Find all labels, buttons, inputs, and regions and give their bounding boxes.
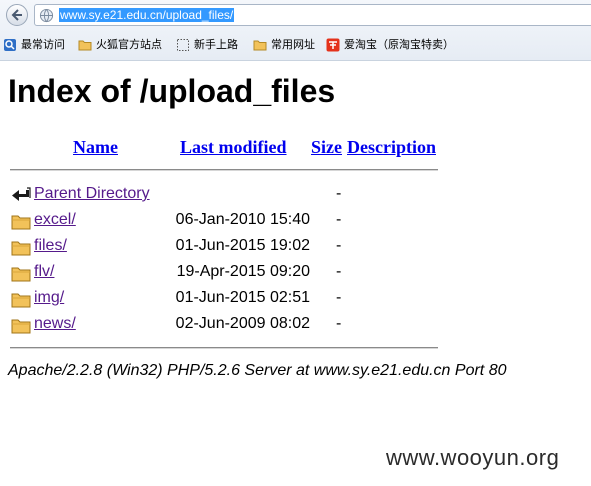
size-cell: - <box>336 185 342 202</box>
browser-toolbar: www.sy.e21.edu.cn/upload_files/ 最常访问 火狐官… <box>0 0 591 61</box>
bookmark-label: 常用网址 <box>271 38 315 51</box>
divider-bottom <box>10 347 438 349</box>
folder-icon <box>78 40 92 51</box>
address-bar[interactable]: www.sy.e21.edu.cn/upload_files/ <box>34 4 591 26</box>
modified-cell: 01-Jun-2015 19:02 <box>175 237 310 254</box>
size-cell: - <box>336 263 342 280</box>
size-cell: - <box>336 211 342 228</box>
bookmark-label: 新手上路 <box>194 38 238 51</box>
folder-icon <box>11 267 31 282</box>
folder-icon <box>11 241 31 256</box>
bookmark-label: 火狐官方站点 <box>96 38 162 51</box>
size-cell: - <box>336 289 342 306</box>
column-description-link[interactable]: Description <box>347 137 436 158</box>
bookmark-label: 爱淘宝（原淘宝特卖） <box>344 38 454 51</box>
folder-link[interactable]: flv/ <box>34 263 54 281</box>
folder-icon <box>253 40 267 51</box>
back-arrow-icon <box>11 9 22 21</box>
bookmark-taobao[interactable]: 爱淘宝（原淘宝特卖） <box>326 37 454 53</box>
bookmark-common-sites[interactable]: 常用网址 <box>253 37 315 53</box>
folder-icon <box>11 215 31 230</box>
globe-icon <box>39 8 54 23</box>
table-row: excel/ 06-Jan-2010 15:40 - <box>0 209 591 233</box>
folder-link[interactable]: news/ <box>34 315 76 333</box>
folder-link[interactable]: files/ <box>34 237 67 255</box>
server-signature: Apache/2.2.8 (Win32) PHP/5.2.6 Server at… <box>8 362 507 379</box>
dotted-page-icon <box>177 39 189 51</box>
folder-icon <box>11 293 31 308</box>
table-row: flv/ 19-Apr-2015 09:20 - <box>0 261 591 285</box>
table-row: files/ 01-Jun-2015 19:02 - <box>0 235 591 259</box>
bookmark-label: 最常访问 <box>21 38 65 51</box>
size-cell: - <box>336 315 342 332</box>
bookmarks-bar: 最常访问 火狐官方站点 新手上路 常用网址 爱淘宝（原淘宝特卖） <box>0 34 591 56</box>
back-arrow-icon <box>12 187 31 201</box>
table-row: img/ 01-Jun-2015 02:51 - <box>0 287 591 311</box>
taobao-icon <box>326 38 340 52</box>
size-cell: - <box>336 237 342 254</box>
most-visited-icon <box>4 39 16 51</box>
back-button[interactable] <box>6 4 28 26</box>
parent-directory-link[interactable]: Parent Directory <box>34 185 150 203</box>
folder-link[interactable]: img/ <box>34 289 64 307</box>
modified-cell: 19-Apr-2015 09:20 <box>176 263 310 280</box>
divider-top <box>10 169 438 171</box>
address-url: www.sy.e21.edu.cn/upload_files/ <box>59 8 235 22</box>
modified-cell: 06-Jan-2010 15:40 <box>175 211 310 228</box>
bookmark-most-visited[interactable]: 最常访问 <box>3 37 65 53</box>
page-title: Index of /upload_files <box>8 73 336 109</box>
folder-link[interactable]: excel/ <box>34 211 76 229</box>
parent-directory-row: Parent Directory - <box>0 183 591 207</box>
bookmark-firefox-official[interactable]: 火狐官方站点 <box>78 37 162 53</box>
folder-icon <box>11 319 31 334</box>
watermark: www.wooyun.org <box>386 445 560 470</box>
modified-cell: 01-Jun-2015 02:51 <box>175 289 310 306</box>
column-size-link[interactable]: Size <box>311 137 342 158</box>
table-row: news/ 02-Jun-2009 08:02 - <box>0 313 591 337</box>
modified-cell: 02-Jun-2009 08:02 <box>175 315 310 332</box>
column-last-modified-link[interactable]: Last modified <box>180 137 287 158</box>
bookmark-getting-started[interactable]: 新手上路 <box>176 37 238 53</box>
column-name-link[interactable]: Name <box>73 137 118 158</box>
